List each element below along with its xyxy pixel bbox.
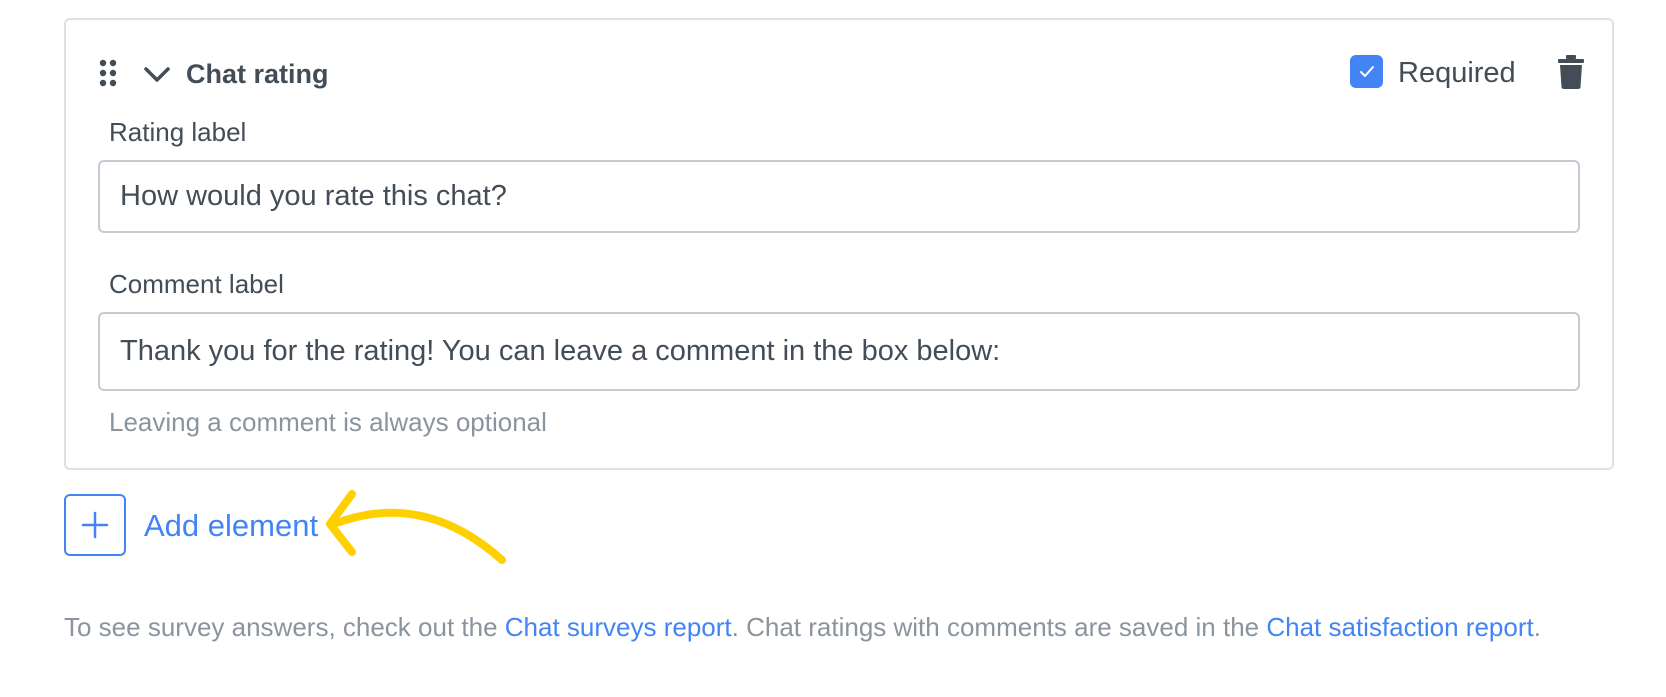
comment-label-input[interactable]: [98, 312, 1580, 391]
footer-note: To see survey answers, check out the Cha…: [64, 610, 1541, 644]
plus-icon: [81, 511, 109, 539]
card-title: Chat rating: [186, 59, 329, 89]
rating-label-caption: Rating label: [109, 117, 247, 147]
footer-text-3: .: [1533, 612, 1541, 642]
trash-icon[interactable]: [1557, 54, 1585, 90]
required-label[interactable]: Required: [1398, 55, 1516, 91]
chat-surveys-report-link[interactable]: Chat surveys report: [505, 612, 732, 642]
drag-handle-icon[interactable]: [98, 58, 118, 88]
comment-label-caption: Comment label: [109, 269, 284, 299]
annotation-arrow: [326, 490, 506, 564]
rating-label-input[interactable]: [98, 160, 1580, 233]
add-element-link[interactable]: Add element: [144, 506, 318, 546]
chat-satisfaction-report-link[interactable]: Chat satisfaction report: [1266, 612, 1533, 642]
required-checkbox[interactable]: [1350, 55, 1383, 88]
comment-hint: Leaving a comment is always optional: [109, 407, 547, 437]
add-element-button[interactable]: [64, 494, 126, 556]
checkmark-icon: [1360, 66, 1374, 77]
footer-text-2: . Chat ratings with comments are saved i…: [731, 612, 1267, 642]
chat-rating-card: Chat rating Required Rating label Commen…: [64, 18, 1614, 470]
chevron-down-icon[interactable]: [142, 64, 172, 86]
footer-text-1: To see survey answers, check out the: [64, 612, 505, 642]
